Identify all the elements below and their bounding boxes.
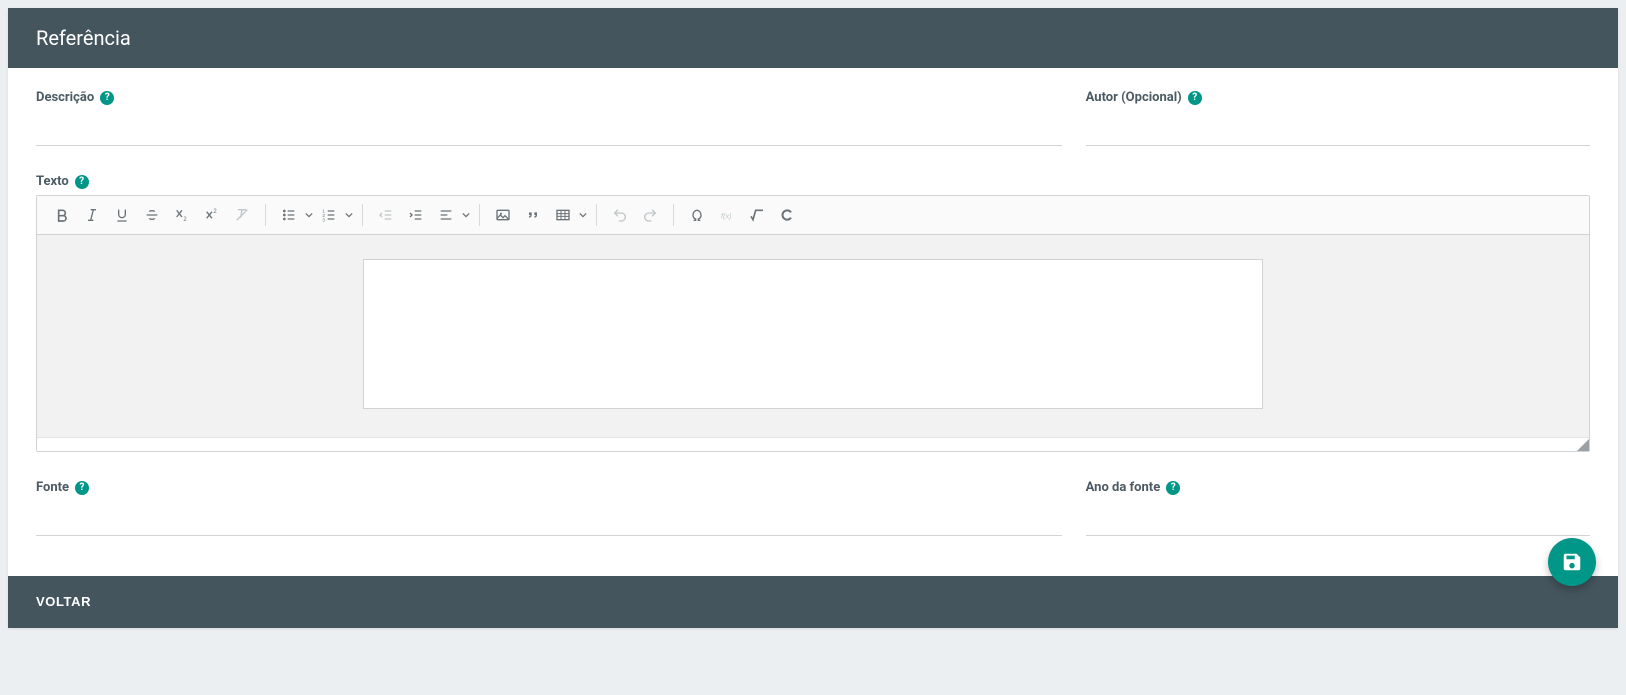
svg-text:3: 3: [322, 218, 325, 223]
autor-label-row: Autor (Opcional) ?: [1086, 90, 1590, 105]
help-icon[interactable]: ?: [100, 91, 114, 105]
chevron-down-icon[interactable]: [578, 211, 588, 219]
svg-text:2: 2: [183, 217, 187, 223]
fonte-input[interactable]: [36, 501, 1062, 536]
texto-label-row: Texto ?: [36, 174, 1590, 189]
rich-text-editor: 2 2 123: [36, 195, 1590, 452]
outdent-button[interactable]: [371, 200, 401, 230]
indent-button[interactable]: [401, 200, 431, 230]
svg-text:f(x): f(x): [721, 211, 732, 220]
descricao-input[interactable]: [36, 111, 1062, 146]
autor-input[interactable]: [1086, 111, 1590, 146]
help-icon[interactable]: ?: [1166, 481, 1180, 495]
reference-card: Referência Descrição ? Autor (Opcional) …: [8, 8, 1618, 628]
fonte-label-row: Fonte ?: [36, 480, 1062, 495]
bold-button[interactable]: [47, 200, 77, 230]
quote-button[interactable]: [518, 200, 548, 230]
toolbar-separator: [265, 204, 266, 226]
underline-button[interactable]: [107, 200, 137, 230]
card-footer: VOLTAR: [8, 576, 1618, 628]
card-header: Referência: [8, 8, 1618, 68]
table-button[interactable]: [548, 200, 578, 230]
strikethrough-button[interactable]: [137, 200, 167, 230]
chevron-down-icon[interactable]: [344, 211, 354, 219]
save-fab[interactable]: [1548, 538, 1596, 586]
chevron-down-icon[interactable]: [461, 211, 471, 219]
descricao-label: Descrição: [36, 90, 94, 105]
undo-button[interactable]: [605, 200, 635, 230]
help-icon[interactable]: ?: [75, 175, 89, 189]
save-icon: [1561, 551, 1583, 573]
ano-fonte-label: Ano da fonte: [1086, 480, 1161, 495]
numbered-list-button[interactable]: 123: [314, 200, 344, 230]
chevron-down-icon[interactable]: [304, 211, 314, 219]
toolbar-separator: [596, 204, 597, 226]
editor-status-bar: [37, 437, 1589, 451]
redo-button[interactable]: [635, 200, 665, 230]
italic-button[interactable]: [77, 200, 107, 230]
descricao-label-row: Descrição ?: [36, 90, 1062, 105]
header-title: Referência: [36, 26, 131, 50]
help-icon[interactable]: ?: [75, 481, 89, 495]
help-icon[interactable]: ?: [1188, 91, 1202, 105]
back-button[interactable]: VOLTAR: [36, 594, 91, 609]
toolbar-separator: [479, 204, 480, 226]
editor-content[interactable]: [363, 259, 1263, 409]
ano-fonte-input[interactable]: [1086, 501, 1590, 536]
toolbar-separator: [673, 204, 674, 226]
resize-handle-icon[interactable]: [1577, 439, 1589, 451]
special-char-button[interactable]: [682, 200, 712, 230]
math-fx-button[interactable]: f(x): [712, 200, 742, 230]
subscript-button[interactable]: 2: [167, 200, 197, 230]
clear-format-button[interactable]: [227, 200, 257, 230]
editor-stage: [37, 235, 1589, 437]
svg-text:2: 2: [213, 209, 217, 215]
autor-label: Autor (Opcional): [1086, 90, 1182, 105]
align-button[interactable]: [431, 200, 461, 230]
sqrt-button[interactable]: [742, 200, 772, 230]
image-button[interactable]: [488, 200, 518, 230]
toolbar-separator: [362, 204, 363, 226]
ano-fonte-label-row: Ano da fonte ?: [1086, 480, 1590, 495]
bullet-list-button[interactable]: [274, 200, 304, 230]
texto-label: Texto: [36, 174, 69, 189]
card-body: Descrição ? Autor (Opcional) ? Text: [8, 68, 1618, 576]
editor-toolbar: 2 2 123: [37, 196, 1589, 235]
code-c-button[interactable]: [772, 200, 802, 230]
fonte-label: Fonte: [36, 480, 69, 495]
superscript-button[interactable]: 2: [197, 200, 227, 230]
